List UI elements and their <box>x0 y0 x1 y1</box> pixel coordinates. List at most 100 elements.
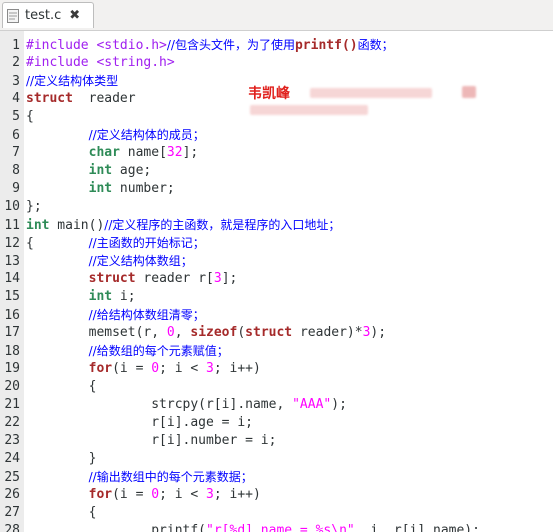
line-number: 25 <box>4 470 20 485</box>
code-line[interactable]: 12 { //主函数的开始标记； <box>0 234 553 252</box>
tab-test-c[interactable]: test.c ✖ <box>2 2 94 28</box>
code-text: int number; <box>26 181 175 196</box>
code-line[interactable]: 6 //定义结构体的成员； <box>0 126 553 144</box>
code-text: //输出数组中的每个元素数据； <box>26 470 253 485</box>
code-token: sizeof <box>190 325 238 340</box>
code-token: reader r[ <box>135 271 214 286</box>
code-line[interactable]: 22 r[i].age = i; <box>0 414 553 432</box>
code-token: r[i].number = i; <box>26 433 277 448</box>
code-token: 3 <box>206 487 214 502</box>
tab-label: test.c <box>25 8 62 23</box>
code-token: (i = <box>112 487 152 502</box>
code-line[interactable]: 24 } <box>0 450 553 468</box>
code-line[interactable]: 17 memset(r, 0, sizeof(struct reader)*3)… <box>0 324 553 342</box>
code-token: 32 <box>166 145 183 160</box>
code-text: //给数组的每个元素赋值； <box>26 344 229 359</box>
code-token: { <box>26 505 97 520</box>
line-number: 10 <box>4 199 20 214</box>
code-token: #include <stdio.h> <box>26 38 167 53</box>
code-line[interactable]: 11 int main()//定义程序的主函数，就是程序的入口地址； <box>0 216 553 234</box>
code-token: age; <box>112 163 152 178</box>
code-token: //给数组的每个元素赋值； <box>88 344 229 358</box>
code-editor[interactable]: 1 #include <stdio.h>//包含头文件，为了使用printf()函… <box>0 31 553 532</box>
code-token: name[ <box>119 145 167 160</box>
code-line[interactable]: 28 printf("r[%d].name = %s\n", i, r[i].n… <box>0 522 553 532</box>
code-line[interactable]: 10}; <box>0 198 553 216</box>
code-text: struct reader <box>26 91 136 106</box>
line-number: 11 <box>4 218 20 233</box>
code-text: int age; <box>26 163 152 178</box>
line-number: 4 <box>12 91 20 106</box>
redacted-text <box>250 105 368 115</box>
redacted-text <box>310 88 432 98</box>
code-token: //包含头文件，为了使用 <box>166 38 295 52</box>
code-line[interactable]: 9 int number; <box>0 180 553 198</box>
code-line[interactable]: 27 { <box>0 504 553 522</box>
code-token: ; i++) <box>213 487 261 502</box>
code-token: reader <box>72 91 136 106</box>
code-token: for <box>88 361 113 376</box>
code-token: { <box>26 236 89 251</box>
code-line[interactable]: 26 for(i = 0; i < 3; i++) <box>0 486 553 504</box>
code-token: (i = <box>112 361 152 376</box>
code-token: //主函数的开始标记； <box>88 236 205 250</box>
code-line[interactable]: 18 //给数组的每个元素赋值； <box>0 342 553 360</box>
line-number: 14 <box>4 271 20 286</box>
code-text: struct reader r[3]; <box>26 271 238 286</box>
code-token: //定义结构体的成员； <box>88 128 205 142</box>
code-token: strcpy(r[i].name, <box>26 397 293 412</box>
code-line[interactable]: 7 char name[32]; <box>0 144 553 162</box>
code-text: int main()//定义程序的主函数，就是程序的入口地址； <box>26 218 340 233</box>
line-number: 8 <box>12 163 20 178</box>
code-line[interactable]: 2 #include <string.h> <box>0 54 553 72</box>
code-text: strcpy(r[i].name, "AAA"); <box>26 397 347 412</box>
code-token: 3 <box>213 271 222 286</box>
document-icon <box>7 8 19 23</box>
line-number: 27 <box>4 505 20 520</box>
code-line[interactable]: 23 r[i].number = i; <box>0 432 553 450</box>
code-token: //定义结构体类型 <box>26 74 119 88</box>
code-token: //定义程序的主函数，就是程序的入口地址； <box>104 218 341 232</box>
code-line[interactable]: 8 int age; <box>0 162 553 180</box>
code-token: { <box>26 379 97 394</box>
close-icon[interactable]: ✖ <box>69 8 80 23</box>
code-text: for(i = 0; i < 3; i++) <box>26 361 261 376</box>
code-line[interactable]: 25 //输出数组中的每个元素数据； <box>0 468 553 486</box>
code-token: int <box>88 181 113 196</box>
code-line[interactable]: 1 #include <stdio.h>//包含头文件，为了使用printf()函… <box>0 36 553 54</box>
code-line[interactable]: 21 strcpy(r[i].name, "AAA"); <box>0 396 553 414</box>
code-token: ; i++) <box>213 361 261 376</box>
code-token: ); <box>331 397 347 412</box>
code-token: "r[%d].name = %s\n" <box>206 523 355 532</box>
code-token: int <box>88 163 113 178</box>
code-text: #include <stdio.h>//包含头文件，为了使用printf()函数… <box>26 38 394 53</box>
code-token: 3 <box>206 361 214 376</box>
code-line[interactable]: 14 struct reader r[3]; <box>0 270 553 288</box>
line-number: 3 <box>12 74 20 89</box>
code-text: { //主函数的开始标记； <box>26 236 205 251</box>
code-token: r[i].age = i; <box>26 415 253 430</box>
code-line[interactable]: 15 int i; <box>0 288 553 306</box>
code-token: ); <box>370 325 387 340</box>
code-token: memset(r, <box>26 325 167 340</box>
code-token: , i, r[i].name); <box>354 523 480 532</box>
code-line[interactable]: 13 //定义结构体数组； <box>0 252 553 270</box>
code-line[interactable]: 16 //给结构体数组清零； <box>0 306 553 324</box>
code-line[interactable]: 19 for(i = 0; i < 3; i++) <box>0 360 553 378</box>
code-token: //给结构体数组清零； <box>88 308 205 322</box>
line-number: 7 <box>12 145 20 160</box>
code-text: r[i].age = i; <box>26 415 253 430</box>
code-token: ; i < <box>159 487 207 502</box>
line-number: 6 <box>12 128 20 143</box>
code-token: }; <box>26 199 42 214</box>
code-line[interactable]: 20 { <box>0 378 553 396</box>
